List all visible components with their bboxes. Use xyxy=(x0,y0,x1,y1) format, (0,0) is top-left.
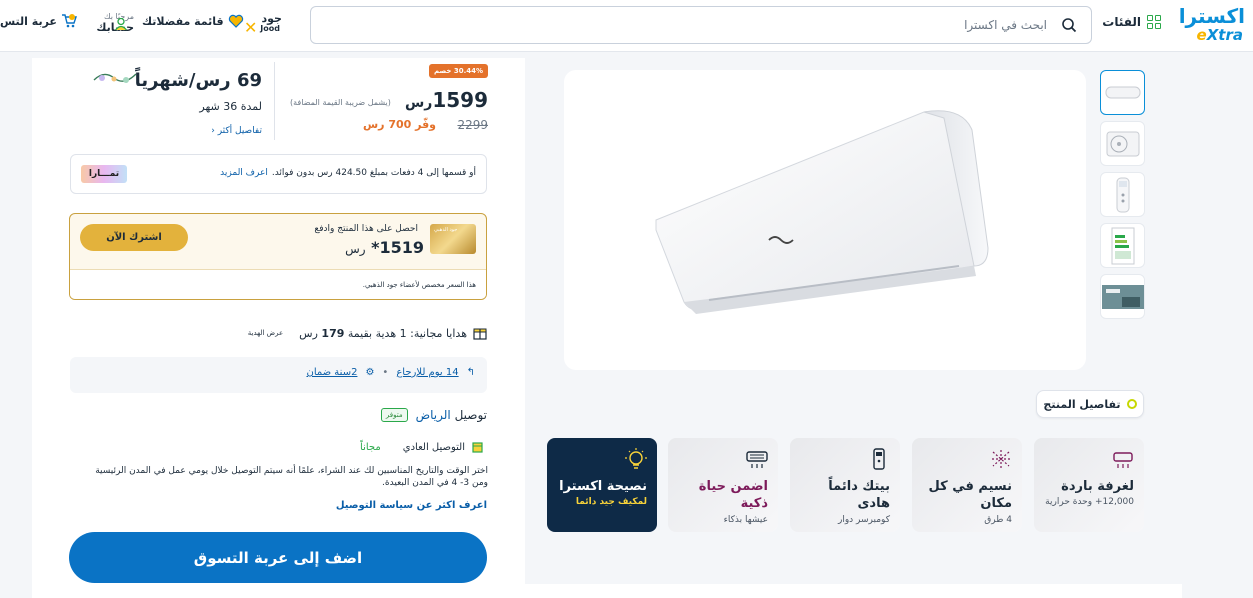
cart-label: عربة التس xyxy=(0,14,57,28)
gifts-text: هدايا مجانية: 1 هدية بقيمة 179 رس xyxy=(299,326,467,340)
cart-link[interactable]: عربة التس xyxy=(0,14,77,28)
user-icon xyxy=(114,17,128,31)
old-price: 2299 xyxy=(457,118,488,132)
tamara-flower-icon xyxy=(93,73,137,83)
air-conditioner-image xyxy=(655,110,989,314)
thumb-outdoor-icon xyxy=(1106,131,1139,156)
delivery-box-icon xyxy=(472,442,483,453)
product-details-button[interactable]: تفاصيل المنتج xyxy=(1036,390,1144,418)
feature-sub: لمكيف جيد دائما xyxy=(575,497,647,507)
add-to-cart-button[interactable]: اضف إلى عربة التسوق xyxy=(69,532,487,583)
ac-icon xyxy=(1113,452,1133,468)
logo-arabic: اكسترا xyxy=(1178,4,1245,28)
current-price: 1599رس xyxy=(404,88,488,112)
gold-price: 1519* رس xyxy=(345,238,424,257)
feature-title: نصيحة اكسترا xyxy=(559,479,647,494)
feature-title: اضمن حياة ذكية xyxy=(698,479,768,511)
monthly-price: 69 رس/شهرياً xyxy=(134,70,262,91)
bulb-icon xyxy=(625,448,647,469)
bottom-strip xyxy=(525,584,1182,598)
installment-text: أو قسمها إلى 4 دفعات بمبلغ 424.50 رس بدو… xyxy=(220,168,476,178)
feature-title: بيتك دائماً هادى xyxy=(828,479,890,511)
price-divider xyxy=(274,62,275,140)
availability-badge: متوفر xyxy=(380,408,408,422)
savings-text: وفّر 700 رس xyxy=(362,118,436,131)
gifts-row: هدايا مجانية: 1 هدية بقيمة 179 رس عرض ال… xyxy=(248,326,487,340)
feature-sub: عيشها بذكاء xyxy=(723,515,768,525)
gold-offer-text: احصل على هذا المنتج وادفع xyxy=(314,224,418,234)
search-icon[interactable] xyxy=(1061,17,1077,33)
thumb-remote-icon xyxy=(1116,177,1129,212)
installment-more-link[interactable]: اعرف المزيد xyxy=(220,168,268,178)
delivery-note: اختر الوقت والتاريخ المناسبين لك عند الش… xyxy=(95,466,488,488)
feature-card-advice[interactable]: نصيحة اكسترا لمكيف جيد دائما xyxy=(547,438,657,532)
return-icon: ↰ xyxy=(466,367,475,378)
feature-card-quiet[interactable]: بيتك دائماً هادى كومبرسر دوار xyxy=(790,438,900,532)
heart-icon xyxy=(228,14,243,28)
feature-sub: كومبرسر دوار xyxy=(837,515,890,525)
discount-badge: 30.44% خصم xyxy=(428,64,488,78)
grid-icon xyxy=(1147,15,1161,29)
separator-dot: • xyxy=(382,367,389,378)
jood-gold-box: جود الذهبي احصل على هذا المنتج وادفع 151… xyxy=(69,213,487,300)
thumb-energy-icon xyxy=(1111,227,1134,264)
warranty-link[interactable]: 2سنة ضمان xyxy=(306,367,357,378)
warranty-icon: ⚙ xyxy=(365,367,375,378)
feature-card-smart[interactable]: اضمن حياة ذكية عيشها بذكاء xyxy=(668,438,778,532)
delivery-city-row: توصيل الرياض متوفر xyxy=(380,408,487,422)
gold-note: هذا السعر مخصص لأعضاء جود الذهبي. xyxy=(362,281,476,289)
extra-logo[interactable]: اكسترا eXtra xyxy=(1179,4,1247,46)
logo-english: eXtra xyxy=(1196,26,1243,44)
thumbnail-strip xyxy=(1100,70,1145,325)
feature-card-cooling[interactable]: لغرفة باردة 12,000+ وحدة حرارية xyxy=(1034,438,1144,532)
thumbnail-remote[interactable] xyxy=(1100,172,1145,217)
thumbnail-indoor-unit[interactable] xyxy=(1100,70,1145,115)
view-gift-link[interactable]: عرض الهدية xyxy=(248,329,283,337)
categories-menu[interactable]: الفئات xyxy=(1102,15,1161,29)
thumbnail-energy-label[interactable] xyxy=(1100,223,1145,268)
wishlist-label: قائمة مفضلاتك xyxy=(142,14,224,28)
delivery-policy-link[interactable]: اعرف اكثر عن سياسة التوصيل xyxy=(336,500,487,511)
monthly-duration: لمدة 36 شهر xyxy=(199,100,262,113)
gift-icon xyxy=(473,328,487,340)
thumb-indoor-icon xyxy=(1105,86,1140,98)
price-section: 30.44% خصم 1599رس (يشمل ضريبة القيمة الم… xyxy=(276,62,488,140)
policies-box: ↰ 14 يوم للإرجاع • ⚙ 2سنة ضمان xyxy=(70,357,487,393)
main-product-image[interactable] xyxy=(564,70,1086,370)
installment-box: أو قسمها إلى 4 دفعات بمبلغ 424.50 رس بدو… xyxy=(70,154,487,194)
free-delivery-label: مجاناً xyxy=(360,441,381,453)
categories-label: الفئات xyxy=(1102,15,1141,29)
returns-link[interactable]: 14 يوم للإرجاع xyxy=(396,367,458,378)
feature-title: نسيم في كل مكان xyxy=(928,479,1013,511)
monthly-more-link[interactable]: تفاصيل أكثر ‹ xyxy=(211,126,262,136)
cart-icon xyxy=(61,14,77,28)
search-box xyxy=(310,6,1092,44)
standard-delivery-row: التوصيل العادي مجاناً xyxy=(360,440,485,454)
jood-x-icon: ✕ xyxy=(244,18,258,37)
jood-logo[interactable]: جود Jood ✕ xyxy=(244,12,284,40)
top-header: اكسترا eXtra الفئات جود Jood ✕ قائمة مفض… xyxy=(0,0,1253,52)
feature-sub: 12,000+ وحدة حرارية xyxy=(1045,497,1134,507)
delivery-city[interactable]: توصيل الرياض xyxy=(416,408,487,422)
gold-card-image: جود الذهبي xyxy=(430,224,476,254)
remote-icon xyxy=(873,448,885,470)
airflow-icon xyxy=(992,450,1010,468)
wishlist-link[interactable]: قائمة مفضلاتك xyxy=(142,14,244,28)
thumbnail-outdoor-unit[interactable] xyxy=(1100,121,1145,166)
feature-sub: 4 طرق xyxy=(984,515,1012,525)
feature-title: لغرفة باردة xyxy=(1061,479,1134,494)
feature-card-airflow[interactable]: نسيم في كل مكان 4 طرق xyxy=(912,438,1022,532)
tamara-logo: تمـــارا xyxy=(81,165,127,183)
vat-note: (يشمل ضريبة القيمة المضافة) xyxy=(290,98,391,107)
subscribe-button[interactable]: اشترك الآن xyxy=(80,224,188,251)
wifi-ac-icon xyxy=(746,451,768,468)
thumb-room-icon xyxy=(1101,284,1144,309)
standard-delivery-label: التوصيل العادي xyxy=(402,441,465,453)
thumbnail-room-scene[interactable] xyxy=(1100,274,1145,319)
details-dot-icon xyxy=(1126,399,1137,409)
search-input[interactable] xyxy=(311,7,1091,43)
details-label: تفاصيل المنتج xyxy=(1043,397,1121,411)
jood-english: Jood xyxy=(260,24,280,33)
